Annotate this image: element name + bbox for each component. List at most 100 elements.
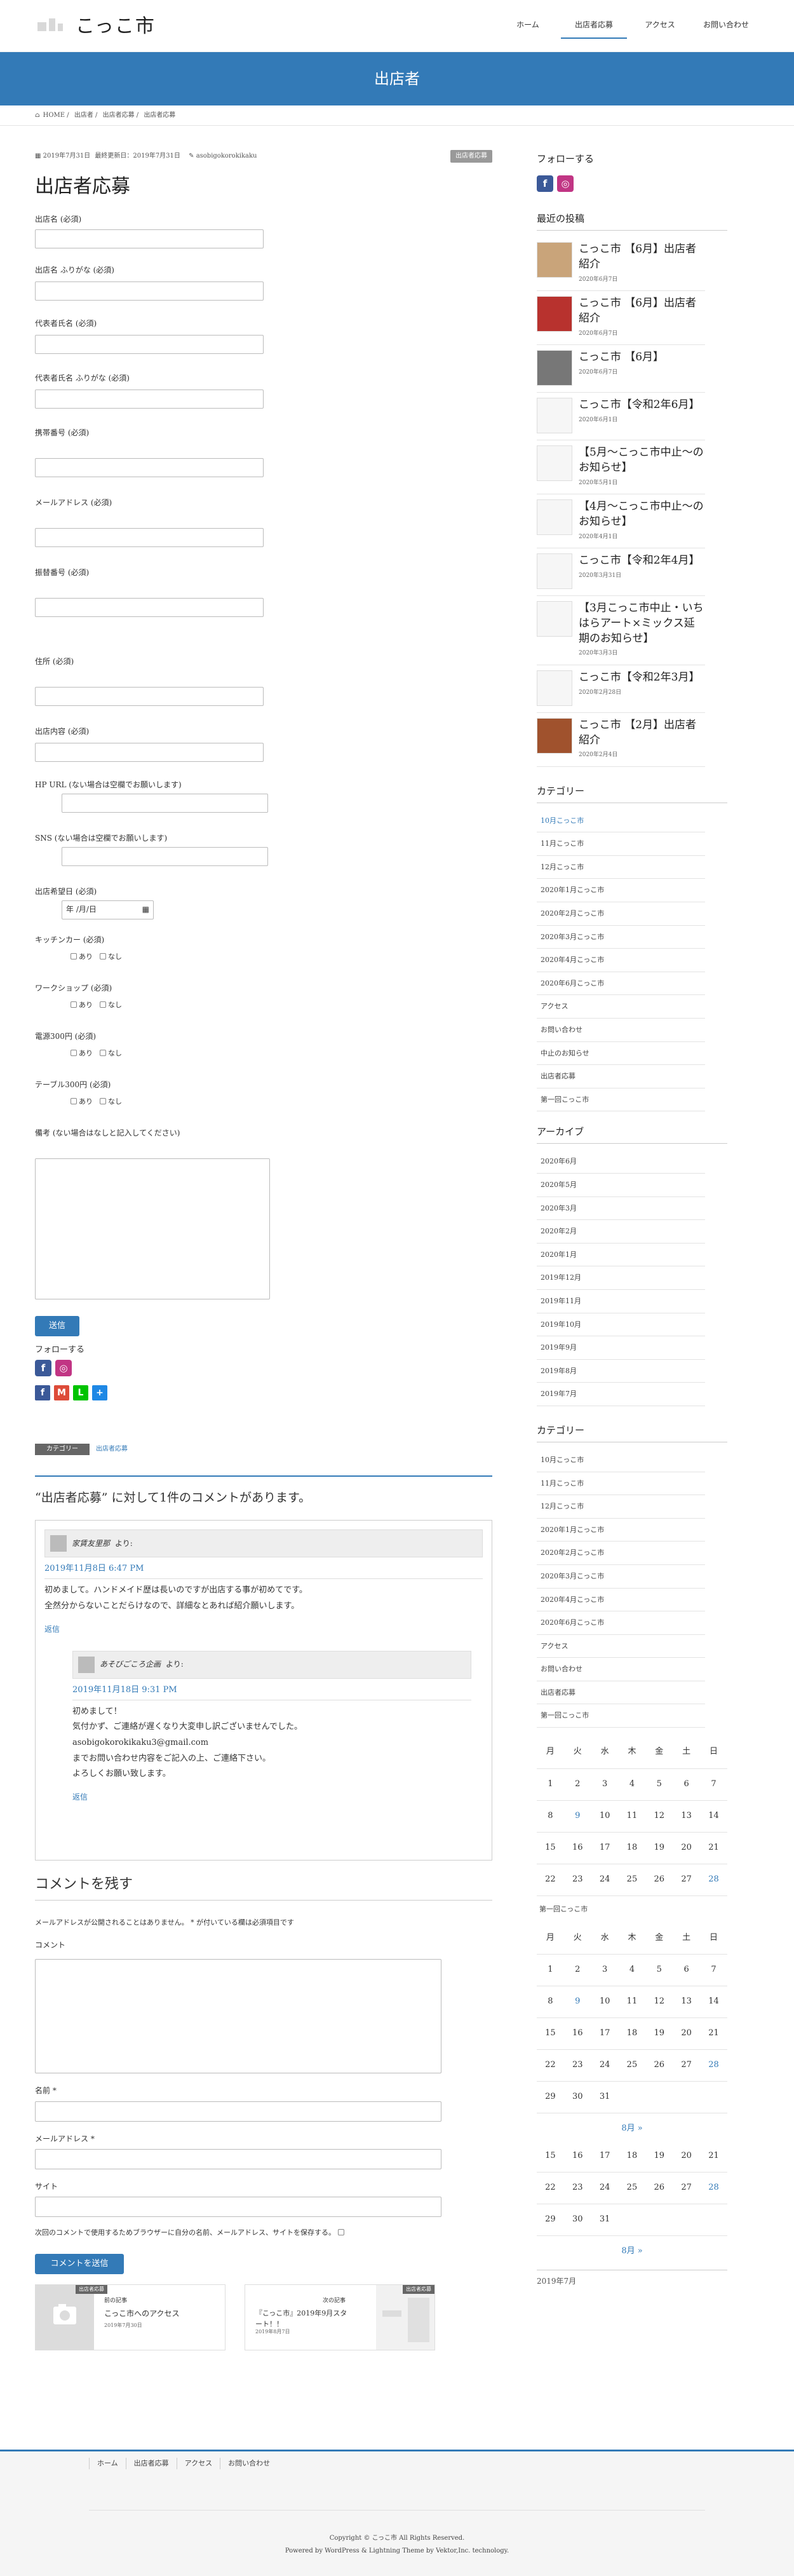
recent-post[interactable]: こっこ市 【6月】 2020年6月7日 xyxy=(537,345,705,393)
line-share-icon[interactable]: L xyxy=(73,1385,88,1400)
category-item[interactable]: 中止のお知らせ xyxy=(537,1042,705,1066)
category-item[interactable]: 第一回こっこ市 xyxy=(537,1704,705,1728)
archive-item[interactable]: 2019年10月 xyxy=(537,1313,705,1337)
table-yes-checkbox[interactable] xyxy=(71,1097,77,1104)
shop-name-kana-input[interactable] xyxy=(35,281,264,301)
rep-name-input[interactable] xyxy=(35,335,264,355)
facebook-share-icon[interactable]: f xyxy=(35,1385,50,1400)
recent-post[interactable]: こっこ市 【6月】出店者紹介 2020年6月7日 xyxy=(537,291,705,345)
category-item[interactable]: アクセス xyxy=(537,995,705,1019)
reply-link[interactable]: 返信 xyxy=(72,1791,471,1803)
archive-item[interactable]: 2019年8月 xyxy=(537,1360,705,1383)
calendar-day[interactable]: 28 xyxy=(700,2172,727,2204)
instagram-icon[interactable]: ◎ xyxy=(55,1359,72,1376)
rep-name-kana-input[interactable] xyxy=(35,390,264,409)
calendar-picker-icon[interactable]: ▦ xyxy=(142,904,149,916)
breadcrumb-shop-apply[interactable]: 出店者応募 xyxy=(103,112,135,119)
hp-url-input[interactable] xyxy=(62,794,268,813)
submit-button[interactable]: 送信 xyxy=(35,1316,79,1337)
power-no-checkbox[interactable] xyxy=(100,1049,106,1056)
comment-textarea[interactable] xyxy=(35,1959,441,2074)
instagram-icon[interactable]: ◎ xyxy=(557,175,574,192)
name-input[interactable] xyxy=(35,2101,441,2122)
calendar-day[interactable]: 28 xyxy=(700,1864,727,1896)
category-item[interactable]: お問い合わせ xyxy=(537,1658,705,1681)
nav-contact[interactable]: お問い合わせ xyxy=(693,14,759,39)
category-item[interactable]: 2020年3月こっこ市 xyxy=(537,1565,705,1589)
archive-item[interactable]: 2019年9月 xyxy=(537,1336,705,1360)
table-no-checkbox[interactable] xyxy=(100,1097,106,1104)
address-input[interactable] xyxy=(35,687,264,707)
prev-post-card[interactable]: 出店者応募 前の記事 こっこ市へのアクセス 2019年7月30日 xyxy=(35,2284,225,2350)
powered-by[interactable]: Powered by WordPress & Lightning Theme b… xyxy=(0,2545,794,2558)
recent-post[interactable]: こっこ市【令和2年4月】 2020年3月31日 xyxy=(537,548,705,596)
category-item[interactable]: 10月こっこ市 xyxy=(537,1449,705,1472)
nav-home[interactable]: ホーム xyxy=(495,14,561,39)
nav-shop-apply[interactable]: 出店者応募 xyxy=(561,14,627,39)
workshop-no-checkbox[interactable] xyxy=(100,1001,106,1008)
category-item[interactable]: 2020年3月こっこ市 xyxy=(537,926,705,949)
archive-item[interactable]: 2019年12月 xyxy=(537,1266,705,1290)
category-item[interactable]: 11月こっこ市 xyxy=(537,1472,705,1496)
nav-access[interactable]: アクセス xyxy=(627,14,693,39)
recent-post[interactable]: こっこ市【令和2年6月】 2020年6月1日 xyxy=(537,393,705,440)
archive-item[interactable]: 2020年3月 xyxy=(537,1197,705,1221)
archive-item[interactable]: 2020年6月 xyxy=(537,1150,705,1174)
post-comment-button[interactable]: コメントを送信 xyxy=(35,2253,124,2274)
category-item[interactable]: 10月こっこ市 xyxy=(537,810,705,833)
site-input[interactable] xyxy=(35,2196,441,2217)
phone-input[interactable] xyxy=(35,458,264,478)
comment-date[interactable]: 2019年11月8日 6:47 PM xyxy=(44,1563,483,1580)
archive-item[interactable]: 2020年2月 xyxy=(537,1220,705,1244)
facebook-icon[interactable]: f xyxy=(537,175,553,192)
category-item[interactable]: 2020年6月こっこ市 xyxy=(537,1611,705,1635)
category-item[interactable]: 第一回こっこ市 xyxy=(537,1088,705,1112)
footer-nav-home[interactable]: ホーム xyxy=(89,2458,126,2469)
content-input[interactable] xyxy=(35,743,264,763)
kitchen-no-checkbox[interactable] xyxy=(100,952,106,959)
calendar-next-link[interactable]: 8月 » xyxy=(537,2236,727,2263)
breadcrumb-home[interactable]: HOME xyxy=(43,112,65,119)
footer-nav-shop-apply[interactable]: 出店者応募 xyxy=(125,2458,177,2469)
category-badge[interactable]: 出店者応募 xyxy=(450,150,492,163)
calendar-day[interactable]: 9 xyxy=(563,1986,591,2018)
gmail-share-icon[interactable]: M xyxy=(54,1385,69,1400)
footer-nav-access[interactable]: アクセス xyxy=(176,2458,220,2469)
archive-item[interactable]: 2019年11月 xyxy=(537,1290,705,1313)
sns-input[interactable] xyxy=(62,847,268,867)
category-item[interactable]: 12月こっこ市 xyxy=(537,856,705,879)
shop-name-input[interactable] xyxy=(35,229,264,249)
category-item[interactable]: アクセス xyxy=(537,1635,705,1658)
facebook-icon[interactable]: f xyxy=(35,1359,51,1376)
category-item[interactable]: 2020年1月こっこ市 xyxy=(537,1519,705,1542)
plus-share-icon[interactable]: + xyxy=(92,1385,107,1400)
calendar-between-link[interactable]: 第一回こっこ市 xyxy=(537,1896,727,1923)
recent-post[interactable]: こっこ市【令和2年3月】 2020年2月28日 xyxy=(537,665,705,713)
category-item[interactable]: 2020年4月こっこ市 xyxy=(537,949,705,972)
reply-link[interactable]: 返信 xyxy=(44,1624,483,1636)
calendar-next-link[interactable]: 8月 » xyxy=(537,2113,727,2141)
category-item[interactable]: 2020年2月こっこ市 xyxy=(537,1542,705,1565)
category-item[interactable]: 2020年1月こっこ市 xyxy=(537,879,705,903)
workshop-yes-checkbox[interactable] xyxy=(71,1001,77,1008)
category-item[interactable]: 12月こっこ市 xyxy=(537,1495,705,1519)
save-consent-checkbox[interactable] xyxy=(337,2228,344,2235)
transfer-number-input[interactable] xyxy=(35,598,264,618)
power-yes-checkbox[interactable] xyxy=(71,1049,77,1056)
date-input[interactable]: 年 /月/日 ▦ xyxy=(62,900,154,920)
footer-nav-contact[interactable]: お問い合わせ xyxy=(220,2458,278,2469)
email-input[interactable] xyxy=(35,528,264,548)
recent-post[interactable]: 【5月〜こっこ市中止〜のお知らせ】 2020年5月1日 xyxy=(537,440,705,494)
archive-item[interactable]: 2020年5月 xyxy=(537,1174,705,1197)
category-item[interactable]: 出店者応募 xyxy=(537,1681,705,1705)
recent-post[interactable]: こっこ市 【2月】出店者紹介 2020年2月4日 xyxy=(537,713,705,767)
archive-item[interactable]: 2020年1月 xyxy=(537,1244,705,1267)
calendar-day[interactable]: 9 xyxy=(563,1800,591,1833)
breadcrumb-shop[interactable]: 出店者 xyxy=(74,112,93,119)
category-item[interactable]: 2020年4月こっこ市 xyxy=(537,1589,705,1612)
remarks-textarea[interactable] xyxy=(35,1158,270,1300)
recent-post[interactable]: こっこ市 【6月】出店者紹介 2020年6月7日 xyxy=(537,237,705,291)
kitchen-yes-checkbox[interactable] xyxy=(71,952,77,959)
category-item[interactable]: 2020年2月こっこ市 xyxy=(537,902,705,926)
recent-post[interactable]: 【4月〜こっこ市中止〜のお知らせ】 2020年4月1日 xyxy=(537,494,705,548)
